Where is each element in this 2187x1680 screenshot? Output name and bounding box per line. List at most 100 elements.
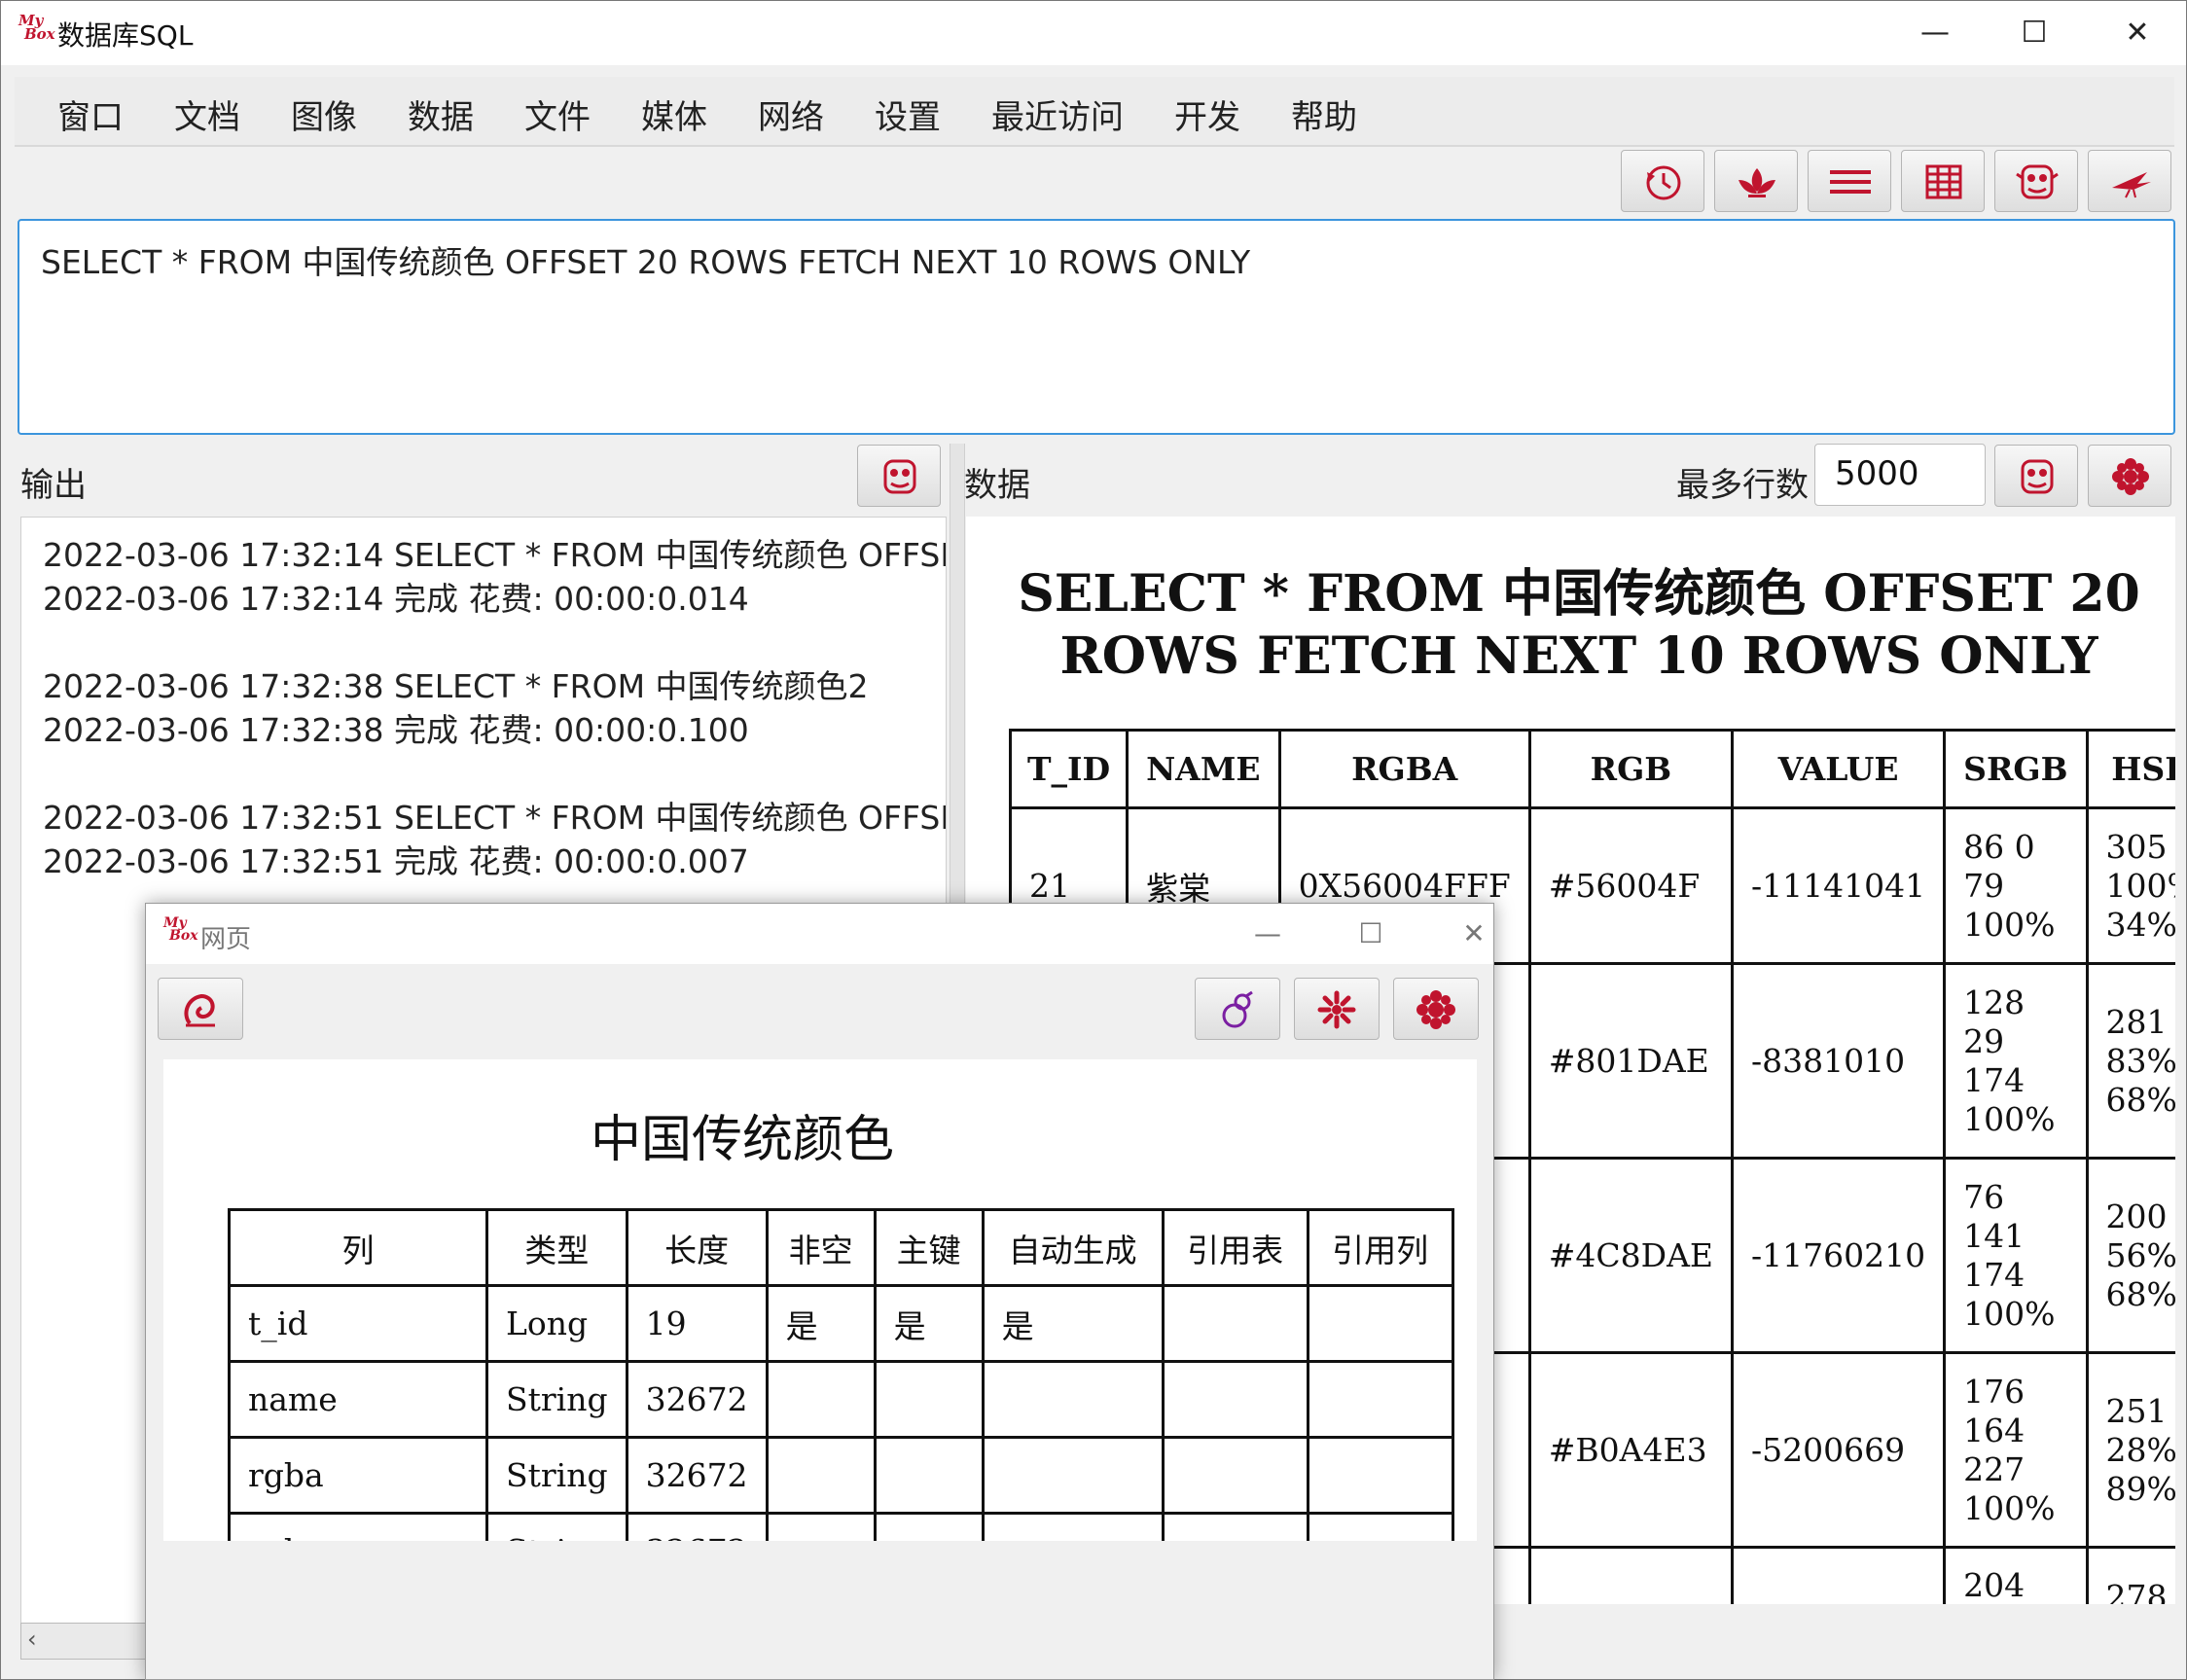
column-header: 列 [228, 1208, 488, 1287]
sql-editor[interactable]: SELECT * FROM 中国传统颜色 OFFSET 20 ROWS FETC… [18, 219, 2175, 435]
log-line: 2022-03-06 17:32:14 SELECT * FROM 中国传统颜色… [43, 536, 947, 574]
table-row: rgb String 32672 [228, 1512, 1454, 1541]
history-button[interactable] [1621, 150, 1704, 212]
menu-network[interactable]: 网络 [758, 90, 824, 138]
cell-hsb: 281 83% 68% [2085, 962, 2175, 1160]
popup-gourd-button[interactable] [1195, 978, 1280, 1040]
lotus-icon [1739, 168, 1775, 197]
column-header: RGBA [1277, 729, 1531, 809]
cell [981, 1512, 1165, 1541]
cell [1306, 1436, 1454, 1515]
lotus-button[interactable] [1714, 150, 1798, 212]
data-mask-button[interactable] [1994, 445, 2078, 507]
table-row: name String 32672 [228, 1360, 1454, 1439]
cell: String [485, 1436, 628, 1515]
webpage-heading: 中国传统颜色 [590, 1111, 894, 1169]
popup-menu-button[interactable] [158, 978, 243, 1040]
menu-file[interactable]: 文件 [524, 90, 591, 138]
menu-document[interactable]: 文档 [174, 90, 240, 138]
maximize-button[interactable]: ☐ [1988, 1, 2081, 65]
menu-image[interactable]: 图像 [291, 90, 357, 138]
webpage-title-bar: My Box 网页 — ☐ ✕ [146, 904, 1493, 964]
list-button[interactable] [1808, 150, 1891, 212]
menu-recent[interactable]: 最近访问 [991, 90, 1124, 138]
flower-icon [1317, 990, 1356, 1029]
cell [765, 1360, 877, 1439]
mask-button[interactable] [1994, 150, 2078, 212]
webpage-title: 网页 [200, 925, 252, 954]
cell: 是 [981, 1284, 1165, 1363]
cell [765, 1512, 877, 1541]
popup-flower-button[interactable] [1294, 978, 1380, 1040]
table-icon [1925, 164, 1962, 199]
cell [981, 1360, 1165, 1439]
data-title-line2: ROWS FETCH NEXT 10 ROWS ONLY [1059, 626, 2098, 686]
cell: 32672 [625, 1360, 769, 1439]
chrysanthemum-icon [1416, 990, 1455, 1029]
max-rows-input[interactable]: 5000 [1814, 444, 1986, 506]
menu-media[interactable]: 媒体 [641, 90, 707, 138]
cell [1306, 1360, 1454, 1439]
cell-value: -5200669 [1731, 1351, 1947, 1549]
column-header: SRGB [1943, 729, 2089, 809]
cell: 19 [625, 1284, 769, 1363]
table-header-row: T_ID NAME RGBA RGB VALUE SRGB HSB A [1008, 729, 2175, 809]
crane-button[interactable] [2088, 150, 2171, 212]
table-header-row: 列 类型 长度 非空 主键 自动生成 引用表 引用列 [228, 1208, 1454, 1287]
minimize-button[interactable]: — [1888, 1, 1982, 65]
webpage-window: My Box 网页 — ☐ ✕ 中国传统颜色 列 类型 长度 非空 主键 自动生… [145, 903, 1494, 1680]
column-header: T_ID [1008, 729, 1129, 809]
menu-data[interactable]: 数据 [408, 90, 474, 138]
table-button[interactable] [1901, 150, 1985, 212]
cell: t_id [228, 1284, 488, 1363]
cell: Long [485, 1284, 628, 1363]
table-row: rgba String 32672 [228, 1436, 1454, 1515]
cell-srgb: 176 164 227 100% [1943, 1351, 2089, 1549]
cell-hsb: 305 100% 34% [2085, 806, 2175, 965]
menu-window[interactable]: 窗口 [57, 90, 124, 138]
cell [873, 1436, 985, 1515]
cell-rgb: #56004F [1527, 806, 1735, 965]
popup-close-button[interactable]: ✕ [1440, 904, 1508, 964]
menu-settings[interactable]: 设置 [875, 90, 941, 138]
cell-rgb: #801DAE [1527, 962, 1735, 1160]
data-title: SELECT * FROM 中国传统颜色 OFFSET 20 ROWS FETC… [966, 563, 2175, 688]
cell: 是 [873, 1284, 985, 1363]
list-icon [1830, 170, 1871, 194]
close-button[interactable]: ✕ [2091, 1, 2184, 65]
scroll-left-icon[interactable]: ‹ [27, 1626, 37, 1653]
output-horizontal-scrollbar[interactable]: ‹ [20, 1623, 149, 1660]
output-clear-button[interactable] [857, 445, 941, 507]
menu-develop[interactable]: 开发 [1174, 90, 1240, 138]
cell: String [485, 1360, 628, 1439]
history-icon [1646, 165, 1681, 200]
column-header: 长度 [625, 1208, 769, 1287]
swirl-icon [184, 993, 215, 1027]
column-header: 类型 [485, 1208, 628, 1287]
max-rows-label: 最多行数 [1676, 466, 1809, 505]
sql-text: SELECT * FROM 中国传统颜色 OFFSET 20 ROWS FETC… [41, 243, 1251, 281]
column-header: VALUE [1731, 729, 1947, 809]
popup-minimize-button[interactable]: — [1234, 904, 1302, 964]
cell [1161, 1512, 1309, 1541]
cell: rgb [228, 1512, 488, 1541]
cell-value: -8381010 [1731, 962, 1947, 1160]
popup-maximize-button[interactable]: ☐ [1337, 904, 1405, 964]
cell [1161, 1436, 1309, 1515]
title-bar: My Box 数据库SQL — ☐ ✕ [1, 1, 2186, 65]
popup-logo: My Box [163, 915, 198, 944]
flower-icon [2112, 458, 2149, 495]
cell: name [228, 1360, 488, 1439]
window-title: 数据库SQL [57, 19, 194, 52]
cell-value: -11760210 [1731, 1157, 1947, 1354]
menu-help[interactable]: 帮助 [1291, 90, 1357, 138]
data-refresh-button[interactable] [2088, 445, 2171, 507]
popup-chrysanthemum-button[interactable] [1393, 978, 1479, 1040]
webpage-content[interactable]: 中国传统颜色 列 类型 长度 非空 主键 自动生成 引用表 引用列 t_id L… [163, 1059, 1477, 1541]
data-title-line1: SELECT * FROM 中国传统颜色 OFFSET 20 [1018, 564, 2140, 624]
cell-value: -11141041 [1731, 806, 1947, 965]
table-row: t_id Long 19 是 是 是 [228, 1284, 1454, 1363]
column-header: 非空 [765, 1208, 877, 1287]
column-header: 自动生成 [981, 1208, 1165, 1287]
column-header: 主键 [873, 1208, 985, 1287]
